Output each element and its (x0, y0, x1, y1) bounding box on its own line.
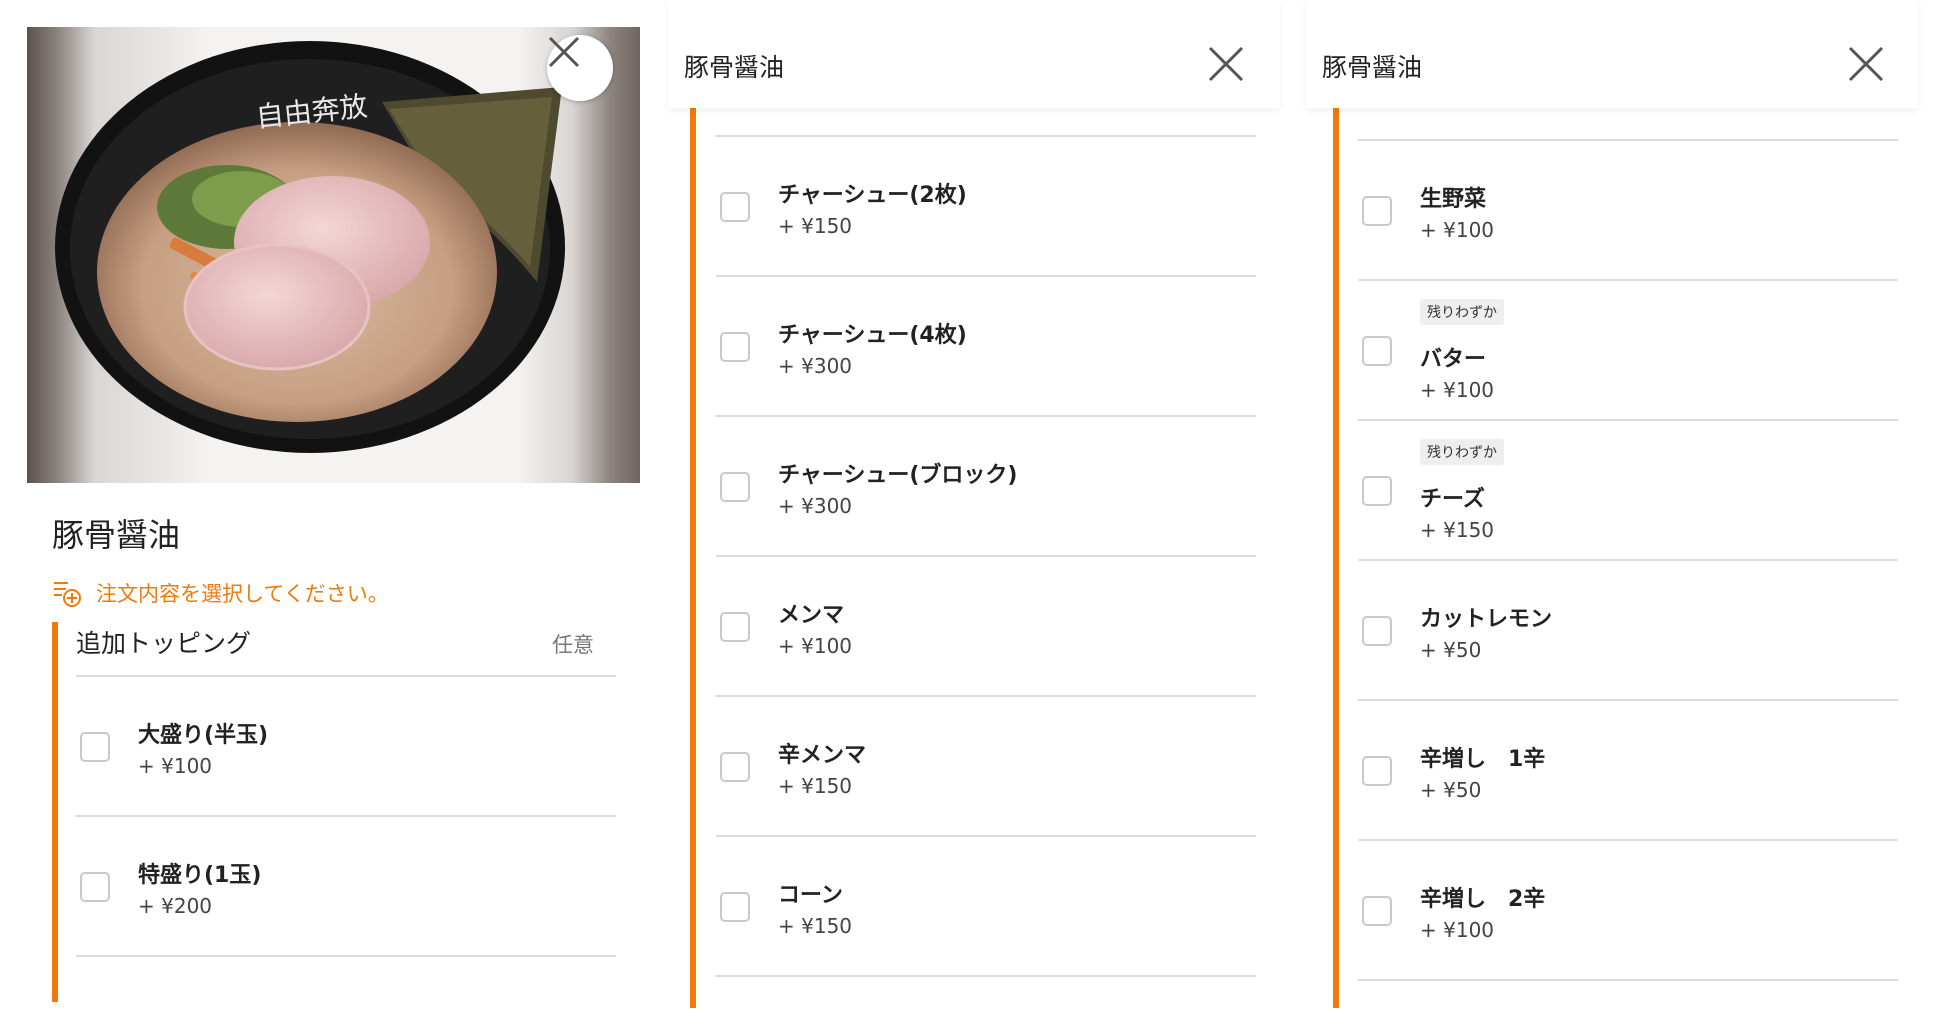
option-name: カットレモン (1420, 607, 1553, 632)
option-checkbox[interactable] (1362, 476, 1392, 506)
section-title: 追加トッピング (76, 629, 252, 658)
row-divider (716, 975, 1256, 977)
option-name: 辛増し 1辛 (1420, 747, 1546, 772)
low-stock-badge: 残りわずか (1420, 299, 1504, 325)
option-name: 辛増し 2辛 (1420, 887, 1546, 912)
product-title: 豚骨醤油 (52, 516, 181, 554)
modal-header: 豚骨醤油 (1306, 0, 1918, 108)
option-checkbox[interactable] (1362, 196, 1392, 226)
option-checkbox[interactable] (80, 872, 110, 902)
product-photo: 自由奔放 (27, 27, 640, 483)
close-icon[interactable] (1846, 44, 1886, 84)
option-checkbox[interactable] (720, 332, 750, 362)
option-price: + ¥200 (138, 894, 213, 918)
modal-title: 豚骨醤油 (684, 53, 785, 82)
topping-option[interactable]: 辛メンマ + ¥150 (716, 697, 1256, 837)
option-name: 特盛り(1玉) (138, 863, 262, 888)
topping-list-panel: 豚骨醤油 生野菜 + ¥100 残りわずか バター + ¥100 残りわずか チ… (1298, 0, 1935, 1024)
option-name: メンマ (778, 603, 845, 628)
option-price: + ¥150 (778, 914, 853, 938)
option-price: + ¥150 (778, 214, 853, 238)
option-price: + ¥50 (1420, 638, 1482, 662)
close-icon[interactable] (1206, 44, 1246, 84)
option-checkbox[interactable] (720, 752, 750, 782)
option-price: + ¥100 (1420, 378, 1495, 402)
option-name: 大盛り(半玉) (138, 723, 269, 748)
close-button[interactable] (547, 35, 613, 101)
option-price: + ¥100 (1420, 918, 1495, 942)
option-price: + ¥100 (1420, 218, 1495, 242)
list-add-icon (54, 582, 81, 607)
option-checkbox[interactable] (1362, 336, 1392, 366)
option-name: チーズ (1420, 487, 1485, 512)
topping-option[interactable]: チャーシュー(ブロック) + ¥300 (716, 417, 1256, 557)
row-divider (1358, 979, 1898, 981)
option-price: + ¥100 (778, 634, 853, 658)
option-price: + ¥300 (778, 494, 853, 518)
low-stock-badge: 残りわずか (1420, 439, 1504, 465)
option-checkbox[interactable] (720, 472, 750, 502)
topping-option[interactable]: カットレモン + ¥50 (1358, 561, 1898, 701)
modal-title: 豚骨醤油 (1322, 53, 1423, 82)
topping-option[interactable]: チャーシュー(2枚) + ¥150 (716, 137, 1256, 277)
option-price: + ¥150 (778, 774, 853, 798)
selection-notice: 注文内容を選択してください。 (52, 578, 389, 608)
modal-header: 豚骨醤油 (668, 0, 1280, 108)
option-name: 辛メンマ (778, 743, 867, 768)
option-price: + ¥300 (778, 354, 853, 378)
option-price: + ¥150 (1420, 518, 1495, 542)
topping-option[interactable]: 大盛り(半玉) + ¥100 (76, 677, 616, 817)
option-checkbox[interactable] (1362, 756, 1392, 786)
option-checkbox[interactable] (720, 892, 750, 922)
section-accent-bar (52, 622, 58, 1002)
option-price: + ¥50 (1420, 778, 1482, 802)
topping-option[interactable]: 残りわずか バター + ¥100 (1358, 281, 1898, 421)
option-name: コーン (778, 883, 843, 908)
topping-option[interactable]: 辛増し 2辛 + ¥100 (1358, 841, 1898, 981)
topping-list-panel: 豚骨醤油 チャーシュー(2枚) + ¥150 チャーシュー(4枚) + ¥300… (660, 0, 1298, 1024)
topping-option[interactable]: コーン + ¥150 (716, 837, 1256, 977)
option-name: チャーシュー(ブロック) (778, 463, 1018, 488)
topping-option[interactable]: 生野菜 + ¥100 (1358, 141, 1898, 281)
section-accent-bar (1333, 108, 1339, 1008)
option-checkbox[interactable] (720, 192, 750, 222)
topping-option[interactable]: チャーシュー(4枚) + ¥300 (716, 277, 1256, 417)
topping-option[interactable]: 辛増し 1辛 + ¥50 (1358, 701, 1898, 841)
option-checkbox[interactable] (720, 612, 750, 642)
selection-notice-text: 注文内容を選択してください。 (96, 582, 389, 606)
section-accent-bar (690, 108, 696, 1008)
row-divider (76, 955, 616, 957)
ramen-bowl-image: 自由奔放 (55, 41, 565, 453)
section-optional-label: 任意 (552, 633, 594, 657)
option-checkbox[interactable] (1362, 616, 1392, 646)
option-name: チャーシュー(4枚) (778, 323, 967, 348)
topping-option[interactable]: 残りわずか チーズ + ¥150 (1358, 421, 1898, 561)
option-price: + ¥100 (138, 754, 213, 778)
option-name: 生野菜 (1420, 187, 1487, 212)
topping-option[interactable]: メンマ + ¥100 (716, 557, 1256, 697)
option-name: チャーシュー(2枚) (778, 183, 967, 208)
product-detail-panel: 自由奔放 豚骨醤油 注文内容を選択してください。 追加トッピング 任意 大盛り(… (0, 0, 660, 1024)
topping-option[interactable]: 特盛り(1玉) + ¥200 (76, 817, 616, 957)
close-icon (548, 36, 580, 68)
option-checkbox[interactable] (80, 732, 110, 762)
option-name: バター (1420, 347, 1487, 372)
option-checkbox[interactable] (1362, 896, 1392, 926)
